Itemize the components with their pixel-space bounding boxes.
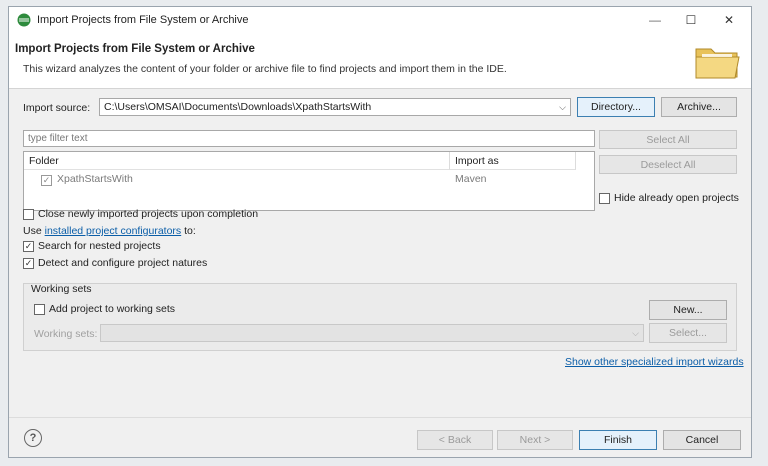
add-to-working-sets-option[interactable]: Add project to working sets xyxy=(34,303,175,315)
import-source-value: C:\Users\OMSAI\Documents\Downloads\Xpath… xyxy=(104,101,372,113)
footer-separator xyxy=(9,417,751,418)
working-sets-title: Working sets xyxy=(31,283,92,295)
search-nested-label: Search for nested projects xyxy=(38,240,161,252)
banner-title: Import Projects from File System or Arch… xyxy=(15,43,255,55)
banner-description: This wizard analyzes the content of your… xyxy=(23,63,507,75)
import-source-label: Import source: xyxy=(23,102,91,114)
search-nested-option[interactable]: ✓ Search for nested projects xyxy=(23,240,161,252)
hide-open-label: Hide already open projects xyxy=(614,192,739,204)
add-working-sets-label: Add project to working sets xyxy=(49,303,176,315)
minimize-button[interactable]: — xyxy=(637,7,673,33)
close-imported-checkbox[interactable] xyxy=(23,208,34,220)
show-other-wizards-link[interactable]: Show other specialized import wizards xyxy=(565,356,744,368)
title-bar: Import Projects from File System or Arch… xyxy=(9,7,751,33)
new-working-set-button[interactable]: New... xyxy=(649,300,727,320)
row-checkbox[interactable]: ✓ xyxy=(41,174,52,186)
table-row[interactable]: ✓ XpathStartsWith Maven xyxy=(24,171,594,188)
wizard-banner: Import Projects from File System or Arch… xyxy=(9,33,751,89)
select-working-set-button[interactable]: Select... xyxy=(649,323,727,343)
checkbox-check-icon: ✓ xyxy=(41,175,52,186)
column-header-folder[interactable]: Folder xyxy=(24,152,450,170)
cancel-button[interactable]: Cancel xyxy=(663,430,741,450)
import-dialog: Import Projects from File System or Arch… xyxy=(8,6,752,458)
window-title: Import Projects from File System or Arch… xyxy=(37,14,249,26)
directory-button[interactable]: Directory... xyxy=(577,97,655,117)
filter-input[interactable]: type filter text xyxy=(23,130,595,147)
row-import-as: Maven xyxy=(455,173,487,185)
help-icon[interactable]: ? xyxy=(24,429,42,447)
back-button[interactable]: < Back xyxy=(417,430,493,450)
working-sets-label: Working sets: xyxy=(34,328,98,340)
add-working-sets-checkbox[interactable] xyxy=(34,303,45,315)
row-folder: XpathStartsWith xyxy=(57,173,133,185)
import-source-combo[interactable]: C:\Users\OMSAI\Documents\Downloads\Xpath… xyxy=(99,98,571,116)
detect-natures-label: Detect and configure project natures xyxy=(38,257,208,269)
deselect-all-button[interactable]: Deselect All xyxy=(599,155,737,174)
hide-open-checkbox[interactable] xyxy=(599,192,610,204)
use-prefix: Use xyxy=(23,225,42,237)
installed-configurators-link[interactable]: installed project configurators xyxy=(45,225,182,237)
close-imported-option[interactable]: Close newly imported projects upon compl… xyxy=(23,208,258,220)
working-sets-group: Working sets Add project to working sets… xyxy=(23,283,737,351)
filter-placeholder: type filter text xyxy=(28,133,88,144)
select-all-button[interactable]: Select All xyxy=(599,130,737,149)
maximize-icon: ☐ xyxy=(685,13,697,27)
working-sets-combo[interactable]: ⌵ xyxy=(100,324,644,342)
dropdown-arrow-icon[interactable]: ⌵ xyxy=(559,102,566,113)
close-button[interactable]: ✕ xyxy=(711,7,747,33)
close-icon: ✕ xyxy=(723,13,735,27)
maximize-button[interactable]: ☐ xyxy=(673,7,709,33)
configurators-line: Use installed project configurators to: xyxy=(23,225,196,237)
checkbox-check-icon[interactable]: ✓ xyxy=(23,240,34,252)
folder-icon xyxy=(695,48,740,79)
detect-natures-option[interactable]: ✓ Detect and configure project natures xyxy=(23,257,207,269)
dropdown-arrow-icon[interactable]: ⌵ xyxy=(632,328,639,339)
hide-open-projects-option[interactable]: Hide already open projects xyxy=(599,192,739,204)
minimize-icon: — xyxy=(649,13,661,27)
next-button[interactable]: Next > xyxy=(497,430,573,450)
use-suffix: to: xyxy=(184,225,196,237)
close-imported-label: Close newly imported projects upon compl… xyxy=(38,208,259,220)
archive-button[interactable]: Archive... xyxy=(661,97,737,117)
projects-table[interactable]: Folder Import as ✓ XpathStartsWith Maven xyxy=(23,151,595,211)
checkbox-check-icon[interactable]: ✓ xyxy=(23,257,34,269)
finish-button[interactable]: Finish xyxy=(579,430,657,450)
column-header-import-as[interactable]: Import as xyxy=(450,152,576,170)
eclipse-app-icon xyxy=(17,13,31,27)
